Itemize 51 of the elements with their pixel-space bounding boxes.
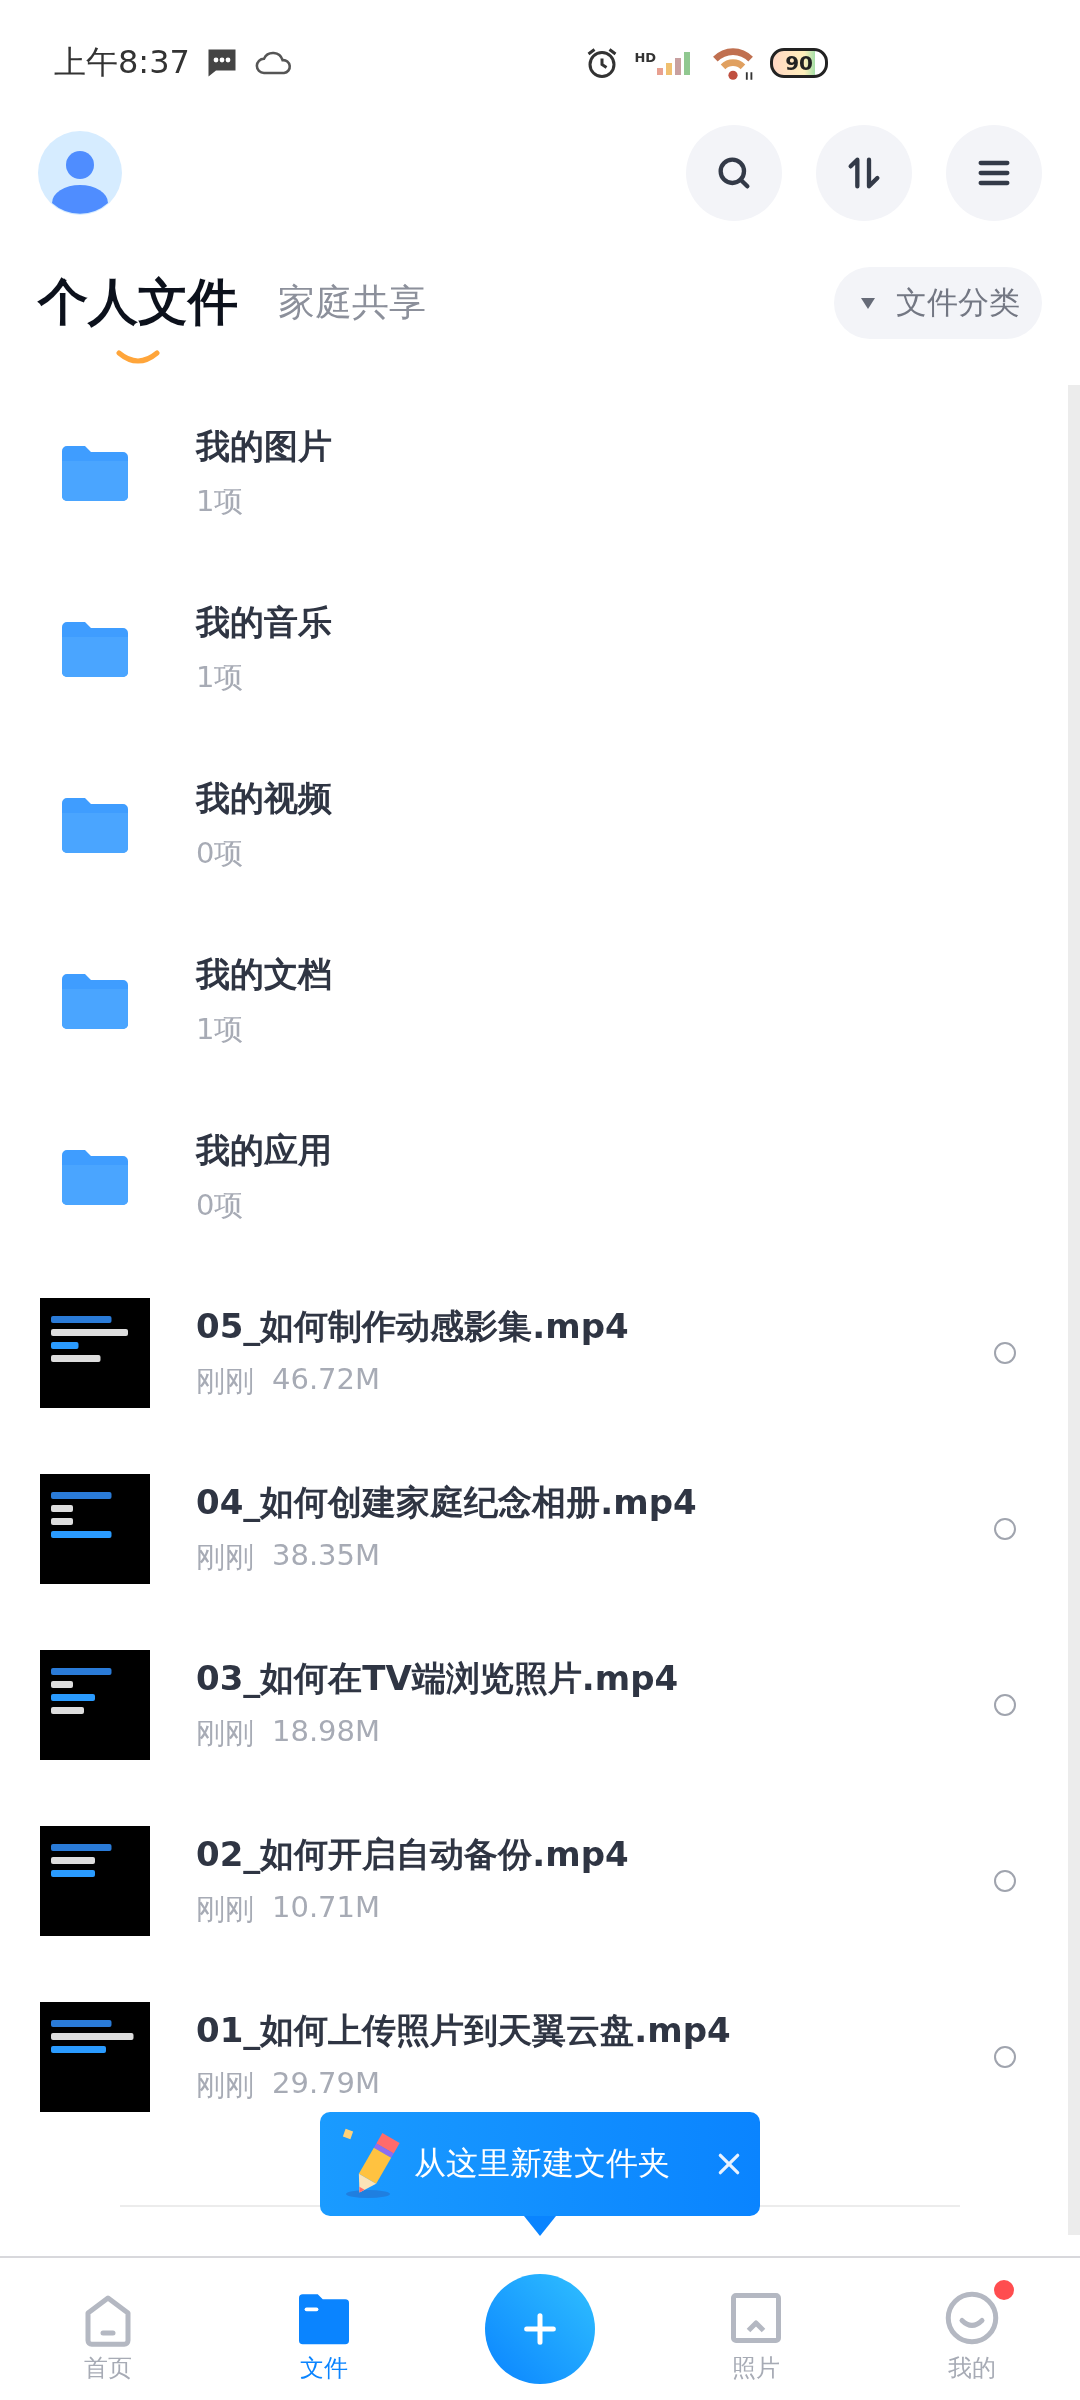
item-count: 0项 (196, 1187, 245, 1224)
smile-indicator (116, 350, 160, 364)
item-count: 0项 (196, 835, 245, 872)
nav-tab[interactable]: 我的 (864, 2274, 1080, 2384)
nav-tab[interactable]: 首页 (0, 2274, 216, 2384)
nav-tab[interactable]: 文件 (216, 2274, 432, 2384)
modified-time: 刚刚 (196, 2067, 254, 2104)
select-checkbox[interactable] (994, 1342, 1016, 1364)
file-size: 38.35M (272, 1538, 381, 1574)
file-size: 29.79M (272, 2066, 381, 2102)
pencil-icon (340, 2128, 402, 2200)
file-size: 18.98M (272, 1714, 381, 1750)
tooltip-pointer (524, 2216, 556, 2236)
folder-name: 我的应用 (196, 1129, 333, 1172)
file-name: 01_如何上传照片到天翼云盘.mp4 (196, 2009, 732, 2052)
select-checkbox[interactable] (994, 1870, 1016, 1892)
modified-time: 刚刚 (196, 1363, 254, 1400)
tooltip-text: 从这里新建文件夹 (414, 2143, 671, 2184)
tab[interactable]: 个人文件 (38, 269, 238, 336)
item-count: 1项 (196, 659, 245, 696)
network-label: HD (634, 49, 657, 65)
folder-name: 我的图片 (196, 425, 333, 468)
item-count: 1项 (196, 1011, 245, 1048)
select-checkbox[interactable] (994, 2046, 1016, 2068)
folder-icon (62, 973, 128, 1029)
file-name: 05_如何制作动感影集.mp4 (196, 1305, 630, 1348)
close-icon (716, 2151, 742, 2177)
avatar-icon[interactable] (38, 130, 122, 215)
item-count: 1项 (196, 483, 245, 520)
modified-time: 刚刚 (196, 1891, 254, 1928)
folder-name: 我的视频 (196, 777, 333, 820)
clock-time: 上午8:37 (54, 41, 190, 83)
folder-icon (62, 797, 128, 853)
select-checkbox[interactable] (994, 1518, 1016, 1540)
tab[interactable]: 家庭共享 (278, 277, 426, 328)
folder-icon (62, 445, 128, 501)
file-name: 03_如何在TV端浏览照片.mp4 (196, 1657, 680, 1700)
file-name: 04_如何创建家庭纪念相册.mp4 (196, 1481, 698, 1524)
file-name: 02_如何开启自动备份.mp4 (196, 1833, 630, 1876)
folder-icon (62, 621, 128, 677)
folder-name: 我的音乐 (196, 601, 333, 644)
nav-tab[interactable]: 照片 (648, 2274, 864, 2384)
folder-name: 我的文档 (196, 953, 333, 996)
file-size: 46.72M (272, 1362, 381, 1398)
folder-icon (62, 1149, 128, 1205)
file-category-button[interactable]: 文件分类 (834, 266, 1042, 339)
modified-time: 刚刚 (196, 1539, 254, 1576)
battery-indicator: 90 (770, 47, 828, 78)
select-checkbox[interactable] (994, 1694, 1016, 1716)
modified-time: 刚刚 (196, 1715, 254, 1752)
file-size: 10.71M (272, 1890, 381, 1926)
